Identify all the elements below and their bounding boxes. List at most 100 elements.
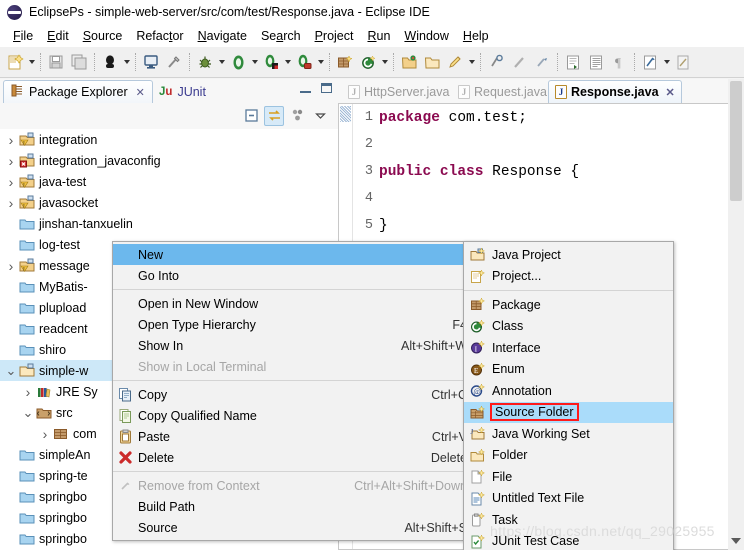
save-all-icon[interactable] [68, 51, 90, 73]
submenu-item-java-working-set[interactable]: J Java Working Set [464, 423, 673, 445]
submenu-item-enum[interactable]: E Enum [464, 359, 673, 381]
close-icon[interactable]: ✕ [136, 86, 145, 99]
tree-item[interactable]: jinshan-tanxuelin [0, 213, 338, 234]
tree-item[interactable]: ›! javasocket [0, 192, 338, 213]
editor-tab-request[interactable]: J Request.java [452, 80, 553, 103]
submenu-item-source-folder[interactable]: Source Folder [464, 401, 673, 423]
pilcrow-icon[interactable]: ¶ [608, 51, 630, 73]
chevron-down-icon[interactable]: ⌄ [21, 406, 35, 419]
minimize-button[interactable] [300, 84, 311, 93]
code-text: package com.test; [379, 109, 527, 126]
view-tab-junit[interactable]: Ju JUnit [152, 80, 213, 103]
menu-item-open-type-hierarchy[interactable]: Open Type Hierarchy F4 [113, 314, 487, 335]
view-menu-icon[interactable] [310, 106, 330, 126]
previous-annotation-icon[interactable] [485, 51, 507, 73]
menu-item-go-into[interactable]: Go Into [113, 265, 487, 286]
chevron-right-icon[interactable]: › [4, 132, 18, 148]
submenu-item-file[interactable]: File [464, 466, 673, 488]
menu-help[interactable]: Help [456, 27, 496, 45]
open-folder-icon[interactable] [421, 51, 443, 73]
open-type-icon[interactable] [357, 51, 379, 73]
next-annotation-icon[interactable] [508, 51, 530, 73]
editor-vertical-scrollbar[interactable] [728, 79, 744, 550]
open-type-dropdown-icon[interactable] [380, 51, 389, 73]
link-editor-icon[interactable] [639, 51, 661, 73]
menu-run[interactable]: Run [360, 27, 397, 45]
menu-navigate[interactable]: Navigate [191, 27, 254, 45]
maximize-button[interactable] [321, 83, 332, 93]
context-menu[interactable]: New› Go Into Open in New Window Open Type H… [112, 241, 488, 541]
submenu-item-interface[interactable]: I Interface [464, 337, 673, 359]
chevron-right-icon[interactable]: › [4, 174, 18, 190]
chevron-right-icon[interactable]: › [4, 195, 18, 211]
debug-icon[interactable] [194, 51, 216, 73]
chevron-right-icon[interactable]: › [38, 426, 52, 442]
tree-item[interactable]: › integration_javaconfig [0, 150, 338, 171]
run-dropdown-icon[interactable] [250, 51, 259, 73]
editor-tab-response[interactable]: J Response.java ✕ [548, 80, 682, 103]
debug-dropdown-icon[interactable] [217, 51, 226, 73]
submenu-item-label: Untitled Text File [492, 491, 585, 506]
menu-item-delete[interactable]: Delete Delete [113, 447, 487, 468]
new-wizard-icon[interactable] [4, 51, 26, 73]
menu-item-source[interactable]: SourceAlt+Shift+S› [113, 517, 487, 538]
tree-item[interactable]: ›! integration [0, 129, 338, 150]
submenu-item-project[interactable]: Project... [464, 266, 673, 288]
menu-item-copy-qualified-name[interactable]: Copy Qualified Name [113, 405, 487, 426]
chevron-right-icon[interactable]: › [4, 258, 18, 274]
submenu-item-package[interactable]: Package [464, 294, 673, 316]
chevron-down-icon[interactable]: ⌄ [4, 364, 18, 377]
edit-dropdown-icon[interactable] [467, 51, 476, 73]
scrollbar-thumb[interactable] [730, 81, 742, 201]
tree-item[interactable]: ›! java-test [0, 171, 338, 192]
submenu-item-class[interactable]: Class [464, 316, 673, 338]
print-icon[interactable] [99, 51, 121, 73]
last-edit-location-icon[interactable] [531, 51, 553, 73]
scroll-down-arrow-icon[interactable] [731, 538, 741, 544]
submenu-item-annotation[interactable]: @ Annotation [464, 380, 673, 402]
view-hierarchy-icon[interactable] [287, 106, 307, 126]
run-icon[interactable] [227, 51, 249, 73]
editor-tab-httpserver[interactable]: J HttpServer.java [342, 80, 455, 103]
menu-item-build-path[interactable]: Build Path› [113, 496, 487, 517]
new-java-package-icon[interactable] [334, 51, 356, 73]
chevron-right-icon[interactable]: › [21, 384, 35, 400]
save-icon[interactable] [45, 51, 67, 73]
external-tools-dropdown-icon[interactable] [283, 51, 292, 73]
coverage-dropdown-icon[interactable] [316, 51, 325, 73]
menu-item-show-in[interactable]: Show InAlt+Shift+W› [113, 335, 487, 356]
print-dropdown-icon[interactable] [122, 51, 131, 73]
menu-search[interactable]: Search [254, 27, 308, 45]
submenu-item-untitled-text-file[interactable]: Untitled Text File [464, 488, 673, 510]
menu-edit[interactable]: Edit [40, 27, 76, 45]
view-tab-package-explorer[interactable]: Package Explorer ✕ [3, 80, 153, 103]
menu-item-open-in-new-window[interactable]: Open in New Window [113, 293, 487, 314]
menu-item-new[interactable]: New› [113, 244, 487, 265]
restore-perspective-icon[interactable] [672, 51, 694, 73]
menu-item-copy[interactable]: Copy Ctrl+C [113, 384, 487, 405]
code-text: public class Response { [379, 163, 580, 180]
open-perspective-icon[interactable] [398, 51, 420, 73]
forward-icon[interactable] [585, 51, 607, 73]
menu-refactor[interactable]: Refactor [129, 27, 190, 45]
menu-item-paste[interactable]: Paste Ctrl+V [113, 426, 487, 447]
link-with-editor-icon[interactable] [264, 105, 284, 126]
run-external-tools-icon[interactable] [260, 51, 282, 73]
submenu-item-java-project[interactable]: Java Project [464, 244, 673, 266]
console-icon[interactable] [140, 51, 162, 73]
back-icon[interactable] [562, 51, 584, 73]
submenu-item-folder[interactable]: Folder [464, 445, 673, 467]
edit-annotation-icon[interactable] [444, 51, 466, 73]
menu-window[interactable]: Window [397, 27, 455, 45]
close-icon[interactable]: ✕ [666, 86, 675, 99]
collapse-all-icon[interactable] [241, 106, 261, 126]
menu-project[interactable]: Project [308, 27, 361, 45]
new-submenu[interactable]: Java Project Project... Package Class I Inter… [463, 241, 674, 550]
coverage-icon[interactable] [293, 51, 315, 73]
toggle-mark-occurrences-icon[interactable] [163, 51, 185, 73]
menu-source[interactable]: Source [76, 27, 130, 45]
menu-file[interactable]: File [6, 27, 40, 45]
link-dropdown-icon[interactable] [662, 51, 671, 73]
chevron-right-icon[interactable]: › [4, 153, 18, 169]
new-wizard-dropdown-icon[interactable] [27, 51, 36, 73]
